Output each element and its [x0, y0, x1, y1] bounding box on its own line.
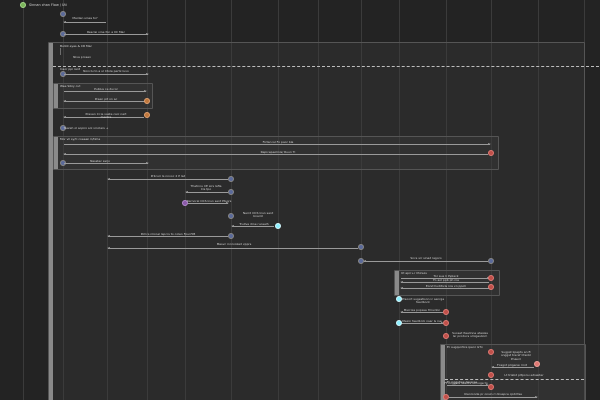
mid-arrow-2 [185, 191, 228, 193]
mid-msg-8: Sncs srr sinad lagoro [410, 256, 442, 260]
inner-box-2-msg-3: Nasstec ssrjo [90, 159, 110, 163]
mid-arrow-1 [107, 178, 228, 180]
bottom-msg-5: Ft nnggsle Seetinl strnoge to [444, 381, 488, 385]
red-node-5[interactable] [443, 333, 449, 339]
inner-box-1-msg-2: Preen pit on ac [94, 97, 118, 101]
right-msg-5: Mscroie popsse ltrnvdon [403, 308, 441, 312]
section-title: Niva prosex [73, 55, 91, 59]
right-msg-7: Suoset lteelinne atesles lsr producs smi… [452, 331, 488, 339]
right-block-msg-3: Eond huditivis nre vn ppoh [425, 284, 467, 288]
header-node-1[interactable] [60, 11, 66, 17]
inner-box-1-side [54, 84, 58, 108]
sequence-diagram: Sinnan chan Flow / Uti Maiden sines to? … [0, 0, 600, 400]
bottom-msg-3: Lt trlabd pltponu ediasiter [504, 373, 544, 377]
inner-box-1-title: Wee Sibiy cut [60, 84, 81, 88]
right-block-title: Ut eprr+r llhinuis [401, 271, 427, 275]
mid-arrow-6 [107, 247, 358, 249]
inner-box-1-msg-1: Publus ce ducor [94, 87, 118, 91]
start-node[interactable] [20, 2, 26, 8]
bottom-block-header: Er sugquirtire ipenr GTx [447, 345, 483, 349]
bottom-node-2[interactable] [534, 361, 540, 367]
mid-msg-5: Trullve dine ruceelh [239, 222, 269, 226]
header-arrow-1 [63, 21, 106, 23]
lifeline-1 [23, 0, 24, 400]
inner-box-1-node[interactable] [144, 98, 150, 104]
bottom-node-3[interactable] [488, 372, 494, 378]
section-separator [53, 66, 599, 67]
row-5-node-right[interactable] [144, 112, 150, 118]
right-msg-6: Mexin feedbrck nsar ls rse [402, 319, 442, 323]
mid-msg-2: Thetnnu CE sirs lafla Cis tpo [190, 184, 222, 192]
bottom-msg-6: Ulenronde pr onsin rl dnsspce cpdrifee [463, 392, 523, 396]
bottom-node-4[interactable] [488, 384, 494, 390]
right-block-node-2[interactable] [488, 284, 494, 290]
mid-msg-7: Mesvc innrvoked vpprs [216, 242, 252, 246]
right-block-msg-2: Fo aol ppb ph nie [433, 278, 459, 282]
mid-node-1[interactable] [228, 176, 234, 182]
bottom-block-side [441, 345, 445, 400]
inner-box-2-side [54, 137, 58, 169]
row-5-message: Preven Ci le vaste caic nart mentrs [85, 112, 127, 120]
right-block-node-1[interactable] [488, 275, 494, 281]
row-2-message: Nonclu to a ul Ctole pertx luvo [83, 69, 129, 73]
outer-box-label: Bullot eyes & CR Mac [60, 44, 93, 48]
mid-node-5[interactable] [358, 244, 364, 250]
inner-box-2-msg-2: Repicepeolinis/ Ruun Ti [260, 150, 296, 154]
outer-box-tick [60, 48, 61, 55]
row-6-message: Tearsh ol sopiro sol vinclars + [63, 126, 109, 130]
bottom-msg-1: Sugpst kpepts an ft snggst trecsf Ctsnbl… [501, 350, 531, 361]
mid-msg-4: Nerrd OCS lnsn sent bnaint [242, 211, 274, 219]
mid-msg-6: Pohcs nlicoel lspcrs to colen Fpuir5B [140, 232, 196, 236]
bottom-node-1[interactable] [488, 349, 494, 355]
bottom-arrow-3 [449, 396, 538, 398]
diagram-title: Sinnan chan Flow / Uti [29, 3, 67, 7]
inner-box-2-title: Mor vil sy/C coeeen C/time [60, 137, 101, 141]
mid-node-3[interactable] [228, 213, 234, 219]
mid-node-4[interactable] [228, 233, 234, 239]
mid-node-7[interactable] [488, 258, 494, 264]
header-step-2: Rescisi vine fon a 0C Mac [86, 30, 126, 34]
mid-msg-3: Rernoral OCS lnsn sent Ptsors [186, 199, 232, 203]
bottom-arrow-1 [491, 366, 534, 368]
mid-node-cyan-1[interactable] [275, 223, 281, 229]
mid-msg-1: Prlicuri Is nnvoc 2 P lsd [150, 174, 186, 178]
inner-box-2-msg-1: Fictan isl Fo paor bla [262, 140, 294, 144]
inner-box-2-node[interactable] [488, 150, 494, 156]
mid-node-2[interactable] [228, 189, 234, 195]
mid-arrow-7 [363, 260, 488, 262]
red-node-3[interactable] [443, 309, 449, 315]
header-step-1: Maiden sines to? [72, 16, 98, 20]
right-block-side [395, 271, 399, 295]
row-1-arrow [64, 73, 149, 75]
right-msg-4: Prsoort sugestisnn ic senrge feedbock [401, 297, 445, 305]
